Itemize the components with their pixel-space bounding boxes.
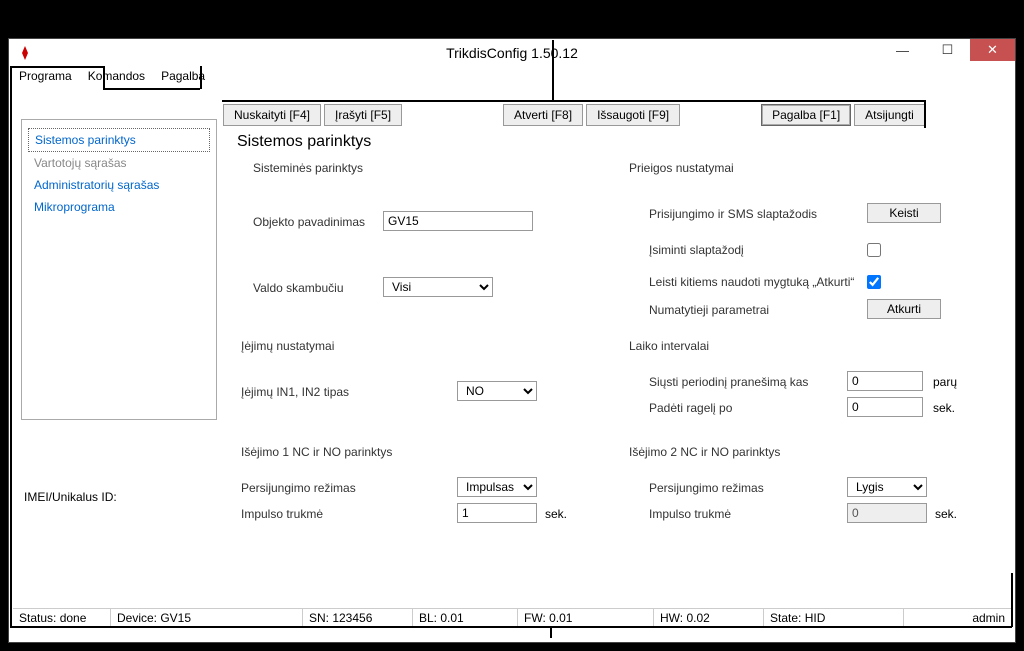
minimize-button[interactable]: — [880,39,925,61]
controls-call-select[interactable]: Visi [383,277,493,297]
toolbar-read[interactable]: Nuskaityti [F4] [223,104,321,126]
login-pass-label: Prisijungimo ir SMS slaptažodis [649,207,817,221]
status-status: Status: done [13,609,111,626]
out1-pulse-unit: sek. [545,507,567,521]
toolbar-open[interactable]: Atverti [F8] [503,104,583,126]
hangup-label: Padėti ragelį po [649,401,732,415]
in-type-select[interactable]: NO [457,381,537,401]
menu-programa[interactable]: Programa [17,67,74,87]
out1-pulse-label: Impulso trukmė [241,507,323,521]
maximize-button[interactable]: ☐ [925,39,970,61]
group-inputs: Įėjimų nustatymai [241,339,334,353]
sidebar-item-mikro[interactable]: Mikroprograma [28,196,210,218]
menu-komandos[interactable]: Komandos [86,67,147,87]
status-bl: BL: 0.01 [413,609,518,626]
toolbar-write[interactable]: Įrašyti [F5] [324,104,402,126]
out1-pulse-input[interactable] [457,503,537,523]
controls-call-label: Valdo skambučiu [253,281,344,295]
group-out1: Išėjimo 1 NC ir NO parinktys [241,445,392,459]
window-title: TrikdisConfig 1.50.12 [9,45,1015,61]
out2-mode-select[interactable]: Lygis [847,477,927,497]
remember-label: Įsiminti slaptažodį [649,243,744,257]
sidebar-item-sistemos[interactable]: Sistemos parinktys [28,128,210,152]
out2-pulse-label: Impulso trukmė [649,507,731,521]
allow-restore-checkbox[interactable] [867,275,881,289]
hangup-unit: sek. [933,401,955,415]
change-button[interactable]: Keisti [867,203,941,223]
status-user: admin [966,609,1011,626]
sidebar-item-admin[interactable]: Administratorių sąrašas [28,174,210,196]
toolbar-help[interactable]: Pagalba [F1] [761,104,851,126]
group-time: Laiko intervalai [629,339,709,353]
periodic-label: Siųsti periodinį pranešimą kas [649,375,808,389]
close-button[interactable]: ✕ [970,39,1015,61]
periodic-unit: parų [933,375,957,389]
status-fw: FW: 0.01 [518,609,654,626]
out1-mode-label: Persijungimo režimas [241,481,356,495]
defaults-label: Numatytieji parametrai [649,303,769,317]
allow-restore-label: Leisti kitiems naudoti mygtuką „Atkurti“ [649,275,854,289]
object-name-label: Objekto pavadinimas [253,215,365,229]
restore-button[interactable]: Atkurti [867,299,941,319]
toolbar-logout[interactable]: Atsijungti [854,104,925,126]
periodic-input[interactable] [847,371,923,391]
app-icon [15,43,35,63]
page-title: Sistemos parinktys [237,133,1007,151]
group-out2: Išėjimo 2 NC ir NO parinktys [629,445,780,459]
status-device: Device: GV15 [111,609,303,626]
sidebar-item-vartotoju[interactable]: Vartotojų sąrašas [28,152,210,174]
out2-mode-label: Persijungimo režimas [649,481,764,495]
group-access: Prieigos nustatymai [629,161,734,175]
status-sn: SN: 123456 [303,609,413,626]
out2-pulse-unit: sek. [935,507,957,521]
imei-label: IMEI/Unikalus ID: [24,490,117,504]
status-state: State: HID [764,609,904,626]
object-name-input[interactable] [383,211,533,231]
toolbar-save[interactable]: Išsaugoti [F9] [586,104,680,126]
out2-pulse-input [847,503,927,523]
status-hw: HW: 0.02 [654,609,764,626]
group-sys: Sisteminės parinktys [253,161,363,175]
out1-mode-select[interactable]: Impulsas [457,477,537,497]
remember-checkbox[interactable] [867,243,881,257]
hangup-input[interactable] [847,397,923,417]
in-type-label: Įėjimų IN1, IN2 tipas [241,385,349,399]
